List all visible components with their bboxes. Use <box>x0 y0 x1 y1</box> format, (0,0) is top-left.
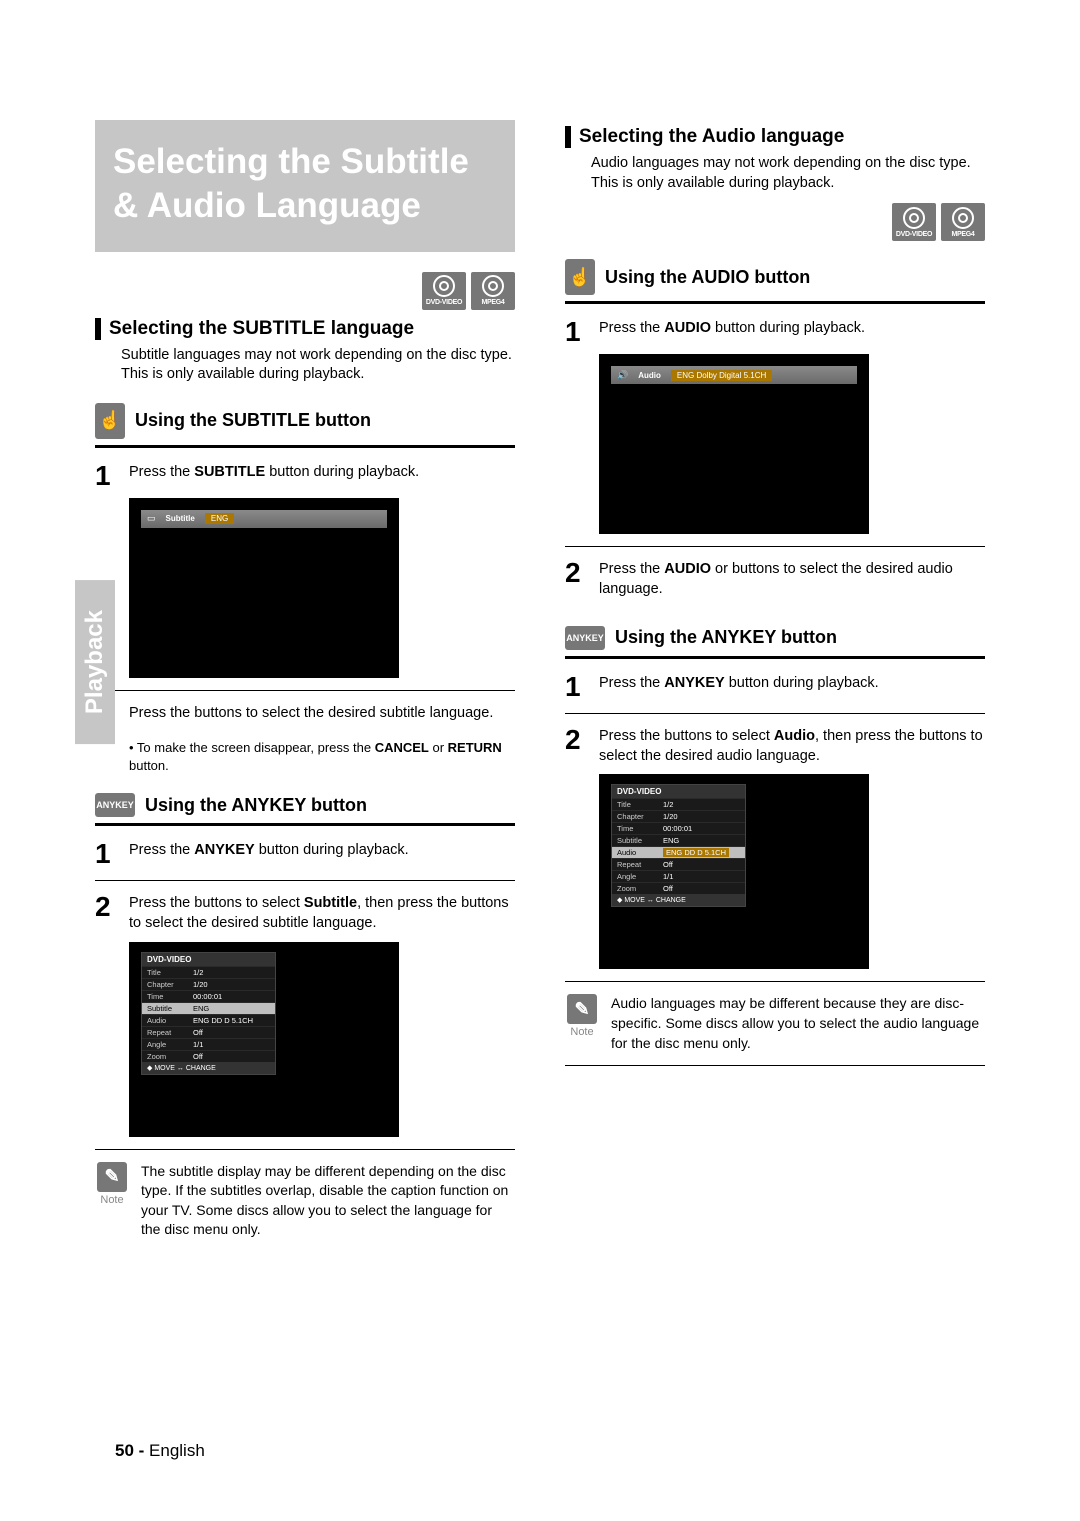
dvd-video-icon: DVD-VIDEO <box>892 203 936 241</box>
step-2-anykey-left: 2 Press the buttons to select Subtitle, … <box>95 893 515 934</box>
rule <box>95 880 515 881</box>
osd-screenshot-anykey-panel-right: DVD-VIDEO Title1/2Chapter1/20Time00:00:0… <box>599 774 869 969</box>
step-number: 2 <box>95 893 119 934</box>
osd-row: Title1/2 <box>142 966 275 978</box>
disc-type-icons: DVD-VIDEO MPEG4 <box>95 272 515 310</box>
heading-selecting-subtitle: Selecting the SUBTITLE language <box>95 318 515 340</box>
page-footer: 50 - English <box>115 1441 205 1461</box>
rule <box>95 823 515 826</box>
osd-row: RepeatOff <box>142 1026 275 1038</box>
anykey-icon: ANYKEY <box>565 626 605 650</box>
osd-row: Time00:00:01 <box>612 822 745 834</box>
osd-row: Time00:00:01 <box>142 990 275 1002</box>
step-2-anykey-right: 2 Press the buttons to select Audio, the… <box>565 726 985 767</box>
osd-screenshot-audio-bar: 🔊 Audio ENG Dolby Digital 5.1CH <box>599 354 869 534</box>
rule <box>95 445 515 448</box>
osd-panel-footer: ◆ MOVE ↔ CHANGE <box>612 894 745 906</box>
step-number: 2 <box>565 726 589 767</box>
rule <box>565 981 985 982</box>
osd-row: ZoomOff <box>612 882 745 894</box>
osd-audio-bar: 🔊 Audio ENG Dolby Digital 5.1CH <box>611 366 857 384</box>
left-column: Selecting the Subtitle & Audio Language … <box>95 120 515 1240</box>
page-title: Selecting the Subtitle & Audio Language <box>113 140 497 228</box>
heading-selecting-audio: Selecting the Audio language <box>565 126 985 148</box>
osd-row: AudioENG DD D 5.1CH <box>142 1014 275 1026</box>
hand-press-icon: ☝ <box>565 259 595 295</box>
step-number: 1 <box>95 462 119 490</box>
osd-panel: DVD-VIDEO Title1/2Chapter1/20Time00:00:0… <box>611 784 746 907</box>
two-column-layout: Selecting the Subtitle & Audio Language … <box>95 120 985 1240</box>
osd-panel-header: DVD-VIDEO <box>612 785 745 798</box>
hand-press-icon: ☝ <box>95 403 125 439</box>
subtitle-osd-icon: ▭ <box>147 513 156 524</box>
osd-label: Audio <box>638 371 661 380</box>
step-number: 1 <box>565 673 589 701</box>
page: Playback Selecting the Subtitle & Audio … <box>0 0 1080 1521</box>
anykey-icon: ANYKEY <box>95 793 135 817</box>
osd-row: Chapter1/20 <box>142 978 275 990</box>
subheading-audio-button: ☝ Using the AUDIO button <box>565 259 985 295</box>
subheading-subtitle-button: ☝ Using the SUBTITLE button <box>95 403 515 439</box>
note-text-right: Audio languages may be different because… <box>611 994 985 1053</box>
osd-row: Angle1/1 <box>142 1038 275 1050</box>
subheading-anykey-right: ANYKEY Using the ANYKEY button <box>565 626 985 650</box>
speaker-osd-icon: 🔊 <box>617 370 628 381</box>
bullet-cancel-return: • To make the screen disappear, press th… <box>129 739 515 775</box>
body-subtitle-intro: Subtitle languages may not work dependin… <box>121 346 515 385</box>
step-number: 1 <box>565 318 589 346</box>
osd-row: SubtitleENG <box>142 1002 275 1014</box>
rule <box>565 656 985 659</box>
pencil-note-icon: ✎ <box>567 994 597 1024</box>
osd-row: AudioENG DD D 5.1CH <box>612 846 745 858</box>
osd-panel-header: DVD-VIDEO <box>142 953 275 966</box>
mpeg4-icon: MPEG4 <box>941 203 985 241</box>
step-2-audio: 2 Press the AUDIO or buttons to select t… <box>565 559 985 600</box>
osd-subtitle-bar: ▭ Subtitle ENG <box>141 510 387 528</box>
note-label: Note <box>570 1026 593 1038</box>
osd-row: RepeatOff <box>612 858 745 870</box>
note-block-left: ✎ Note The subtitle display may be diffe… <box>95 1162 515 1240</box>
osd-row: SubtitleENG <box>612 834 745 846</box>
rule <box>565 1065 985 1066</box>
step-1-audio: 1 Press the AUDIO button during playback… <box>565 318 985 346</box>
step-1-anykey-left: 1 Press the ANYKEY button during playbac… <box>95 840 515 868</box>
osd-screenshot-subtitle-bar: ▭ Subtitle ENG <box>129 498 399 678</box>
note-block-right: ✎ Note Audio languages may be different … <box>565 994 985 1053</box>
disc-type-icons-right: DVD-VIDEO MPEG4 <box>565 203 985 241</box>
step-1-subtitle: 1 Press the SUBTITLE button during playb… <box>95 462 515 490</box>
rule <box>565 713 985 714</box>
osd-label: Subtitle <box>166 514 195 523</box>
osd-row: Title1/2 <box>612 798 745 810</box>
osd-value: ENG Dolby Digital 5.1CH <box>671 370 772 381</box>
osd-row: ZoomOff <box>142 1050 275 1062</box>
rule <box>95 690 515 691</box>
dvd-video-icon: DVD-VIDEO <box>422 272 466 310</box>
rule <box>95 1149 515 1150</box>
mpeg4-icon: MPEG4 <box>471 272 515 310</box>
section-tab-playback: Playback <box>75 580 115 744</box>
step-1-anykey-right: 1 Press the ANYKEY button during playbac… <box>565 673 985 701</box>
osd-panel: DVD-VIDEO Title1/2Chapter1/20Time00:00:0… <box>141 952 276 1075</box>
osd-row: Angle1/1 <box>612 870 745 882</box>
title-box: Selecting the Subtitle & Audio Language <box>95 120 515 252</box>
rule <box>565 546 985 547</box>
right-column: Selecting the Audio language Audio langu… <box>565 120 985 1240</box>
osd-panel-footer: ◆ MOVE ↔ CHANGE <box>142 1062 275 1074</box>
note-text-left: The subtitle display may be different de… <box>141 1162 515 1240</box>
osd-row: Chapter1/20 <box>612 810 745 822</box>
step-number: 2 <box>565 559 589 600</box>
step-number: 1 <box>95 840 119 868</box>
body-audio-intro: Audio languages may not work depending o… <box>591 154 985 193</box>
note-label: Note <box>100 1194 123 1206</box>
rule <box>565 301 985 304</box>
step-2-subtitle: 2 Press the buttons to select the desire… <box>95 703 515 731</box>
osd-screenshot-anykey-panel-left: DVD-VIDEO Title1/2Chapter1/20Time00:00:0… <box>129 942 399 1137</box>
osd-value: ENG <box>205 513 234 524</box>
pencil-note-icon: ✎ <box>97 1162 127 1192</box>
subheading-anykey-left: ANYKEY Using the ANYKEY button <box>95 793 515 817</box>
